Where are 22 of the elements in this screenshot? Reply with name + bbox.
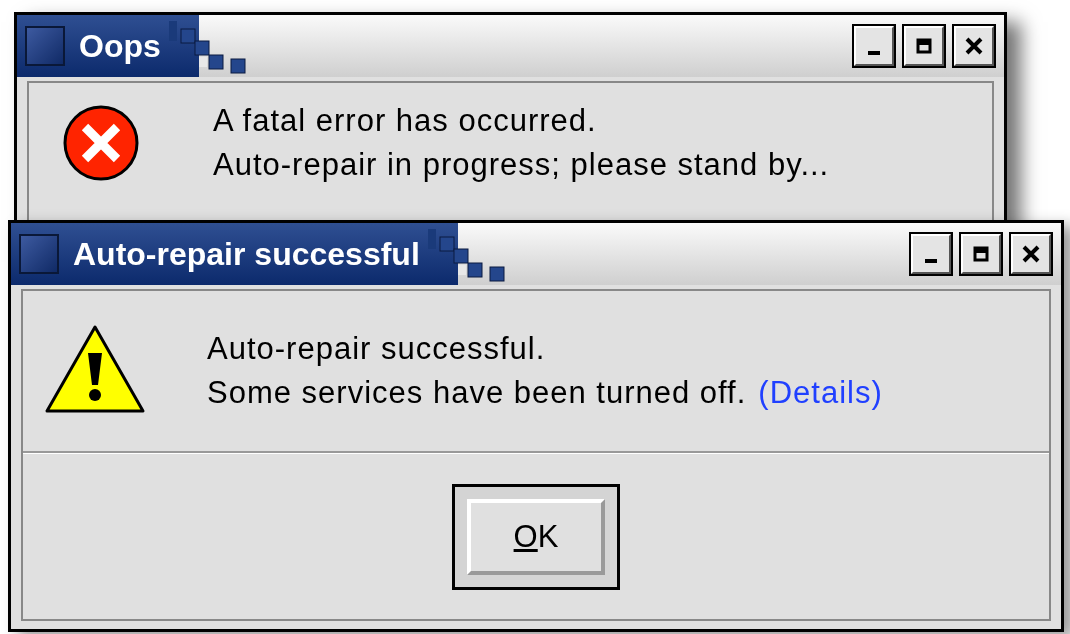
message-text: A fatal error has occurred.: [213, 103, 597, 138]
message-text: Auto-repair successful.: [207, 331, 546, 366]
close-button[interactable]: [1011, 234, 1051, 274]
maximize-button[interactable]: [961, 234, 1001, 274]
window-menu-button[interactable]: [19, 234, 59, 274]
minimize-button[interactable]: [911, 234, 951, 274]
minimize-button[interactable]: [854, 26, 894, 66]
close-icon: [1022, 245, 1040, 263]
maximize-icon: [973, 246, 989, 262]
window-title: Oops: [79, 27, 161, 65]
ok-button[interactable]: OK: [467, 498, 605, 575]
window-title: Auto-repair successful: [73, 235, 420, 273]
message-text: Auto-repair in progress; please stand by...: [213, 147, 830, 182]
maximize-button[interactable]: [904, 26, 944, 66]
details-link[interactable]: (Details): [758, 375, 883, 410]
minimize-icon: [868, 51, 880, 55]
close-button[interactable]: [954, 26, 994, 66]
window-menu-button[interactable]: [25, 26, 65, 66]
message-text: Some services have been turned off.: [207, 375, 747, 410]
minimize-icon: [925, 259, 937, 263]
close-icon: [965, 37, 983, 55]
maximize-icon: [916, 38, 932, 54]
